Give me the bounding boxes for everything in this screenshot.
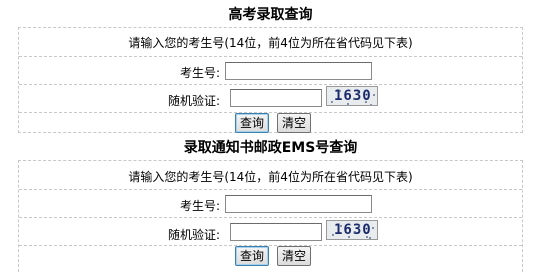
clear-button[interactable]: 清空: [277, 113, 312, 133]
row-divider: [19, 245, 522, 246]
row-divider: [19, 112, 522, 113]
admission-query-form: 请输入您的考生号(14位，前4位为所在省代码见下表) 考生号: 随机验证: 16…: [18, 27, 523, 133]
exam-number-notice: 请输入您的考生号(14位，前4位为所在省代码见下表): [128, 36, 413, 50]
captcha-label: 随机验证:: [167, 228, 220, 242]
exam-number-label: 考生号:: [179, 199, 220, 213]
row-divider: [19, 84, 522, 85]
row-divider: [19, 217, 522, 218]
exam-number-input[interactable]: [225, 195, 372, 213]
exam-number-input[interactable]: [225, 62, 372, 80]
clear-button[interactable]: 清空: [277, 246, 312, 266]
row-divider: [19, 189, 522, 190]
captcha-image[interactable]: 1630: [326, 86, 378, 106]
query-button[interactable]: 查询: [235, 246, 270, 266]
admission-query-title: 高考录取查询: [228, 7, 313, 23]
ems-query-form: 请输入您的考生号(14位，前4位为所在省代码见下表) 考生号: 随机验证: 16…: [18, 160, 523, 272]
captcha-input[interactable]: [230, 223, 322, 241]
captcha-image[interactable]: 1630: [326, 220, 378, 240]
exam-number-notice: 请输入您的考生号(14位，前4位为所在省代码见下表): [128, 170, 413, 184]
captcha-input[interactable]: [230, 89, 322, 107]
row-divider: [19, 56, 522, 57]
ems-query-title: 录取通知书邮政EMS号查询: [183, 140, 358, 156]
exam-number-label: 考生号:: [179, 66, 220, 80]
captcha-label: 随机验证:: [167, 94, 220, 108]
query-button[interactable]: 查询: [235, 113, 270, 133]
